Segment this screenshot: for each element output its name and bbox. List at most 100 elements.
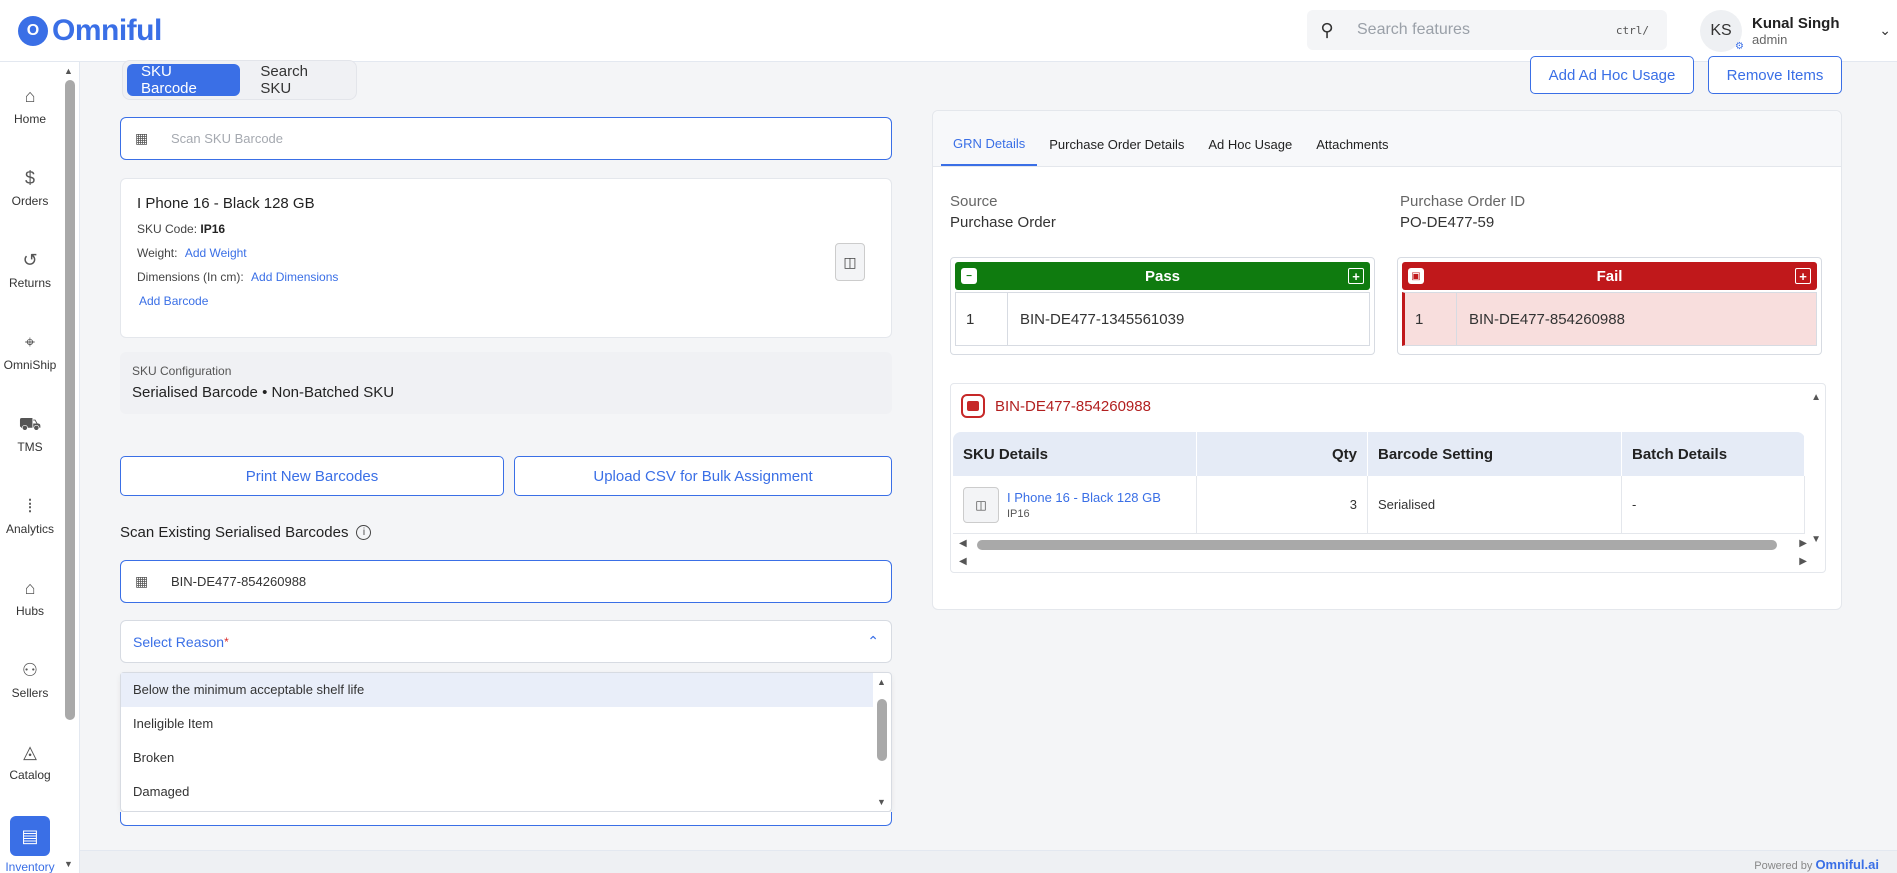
scroll-down-icon[interactable]: ▼ [877,797,886,807]
sidebar-item-home[interactable]: ⌂ Home [0,86,60,126]
sidebar-item-returns[interactable]: ↺ Returns [0,250,60,290]
sidebar-item-analytics[interactable]: ⦙ Analytics [0,496,60,536]
sku-configuration: SKU Configuration Serialised Barcode • N… [120,352,892,414]
sidebar-item-catalog[interactable]: ◬ Catalog [0,742,60,782]
scan-existing-barcode-input[interactable]: ▦ BIN-DE477-854260988 [120,560,892,603]
add-dimensions-link[interactable]: Add Dimensions [251,270,338,284]
scroll-up-icon[interactable]: ▲ [64,66,73,76]
col-sku-details: SKU Details [953,432,1197,476]
scrollbar-thumb[interactable] [65,80,75,720]
scroll-left-icon[interactable]: ◀ [959,538,967,549]
table-horizontal-scrollbar[interactable]: ◀ ▶ [959,538,1807,552]
chevron-up-icon[interactable]: ⌃ [867,633,879,650]
scroll-right-icon[interactable]: ▶ [1799,556,1807,567]
add-ad-hoc-usage-button[interactable]: Add Ad Hoc Usage [1530,56,1694,94]
sidebar-item-sellers[interactable]: ⚇ Sellers [0,660,60,700]
sidebar-item-omniship[interactable]: ⌖ OmniShip [0,332,60,372]
cell-barcode-setting: Serialised [1368,476,1622,533]
tab-grn-details[interactable]: GRN Details [941,132,1038,166]
panel-horizontal-scrollbar[interactable]: ◀ ▶ [959,556,1807,570]
scan-mode-toggle: SKU Barcode Search SKU [122,60,357,100]
omniful-logo[interactable]: O Omniful [18,14,162,48]
user-menu[interactable]: KS ⚙ Kunal Singh admin ⌄ [1700,10,1897,52]
scrollbar-thumb[interactable] [877,699,887,761]
scroll-down-icon[interactable]: ▼ [64,859,73,869]
pass-bin-box: − Pass + 1 BIN-DE477-1345561039 [950,257,1375,355]
print-new-barcodes-button[interactable]: Print New Barcodes [120,456,504,496]
product-name-link[interactable]: I Phone 16 - Black 128 GB [1007,490,1161,505]
table-header: SKU Details Qty Barcode Setting Batch De… [953,432,1805,476]
sidebar-scrollbar[interactable]: ▲ ▼ [62,62,76,873]
powered-by: Powered by Omniful.ai [1754,857,1879,872]
bin-detail-code: BIN-DE477-854260988 [995,397,1151,415]
sidebar-item-inventory[interactable]: ▤ Inventory [0,816,60,873]
add-icon[interactable]: + [1795,268,1811,284]
weight-row: Weight: Add Weight [137,246,875,260]
add-barcode-link[interactable]: Add Barcode [139,294,208,308]
info-icon[interactable]: i [356,525,372,540]
reason-option[interactable]: Ineligible Item [121,707,873,741]
pass-bin-row: 1 BIN-DE477-1345561039 [955,292,1370,346]
sidebar-item-label: Returns [8,276,52,290]
dollar-icon: $ [24,168,35,188]
home-icon: ⌂ [24,86,36,106]
search-features[interactable]: ⚲ Search features ctrl/ [1307,10,1667,50]
col-qty: Qty [1197,432,1368,476]
hub-icon: ⌂ [24,578,36,598]
scrollbar-thumb[interactable] [977,540,1777,550]
sidebar-item-tms[interactable]: ⛟ TMS [0,414,60,454]
user-icon: ⚇ [21,660,39,680]
return-icon: ↺ [22,250,38,270]
source-value: Purchase Order [950,214,1056,231]
reason-option[interactable]: Below the minimum acceptable shelf life [121,673,873,707]
pass-bin-code: BIN-DE477-1345561039 [1020,310,1185,328]
remove-items-button[interactable]: Remove Items [1708,56,1842,94]
weight-label: Weight: [137,246,178,260]
collapse-icon[interactable]: − [961,268,977,284]
sidebar-item-label: Catalog [9,768,51,782]
footer: Powered by Omniful.ai [80,850,1897,873]
scroll-up-icon[interactable]: ▲ [877,677,886,687]
scroll-left-icon[interactable]: ◀ [959,556,967,567]
fail-bin-row[interactable]: 1 BIN-DE477-854260988 [1402,292,1817,346]
sku-barcode-tab[interactable]: SKU Barcode [127,63,241,97]
reason-option[interactable]: Damaged [121,775,873,809]
avatar[interactable]: KS ⚙ [1700,10,1744,52]
upload-csv-button[interactable]: Upload CSV for Bulk Assignment [514,456,892,496]
scroll-down-icon[interactable]: ▼ [1811,534,1821,545]
add-barcode-row: Add Barcode [137,294,875,308]
add-weight-link[interactable]: Add Weight [185,246,247,260]
scroll-up-icon[interactable]: ▲ [1811,392,1821,403]
scan-existing-value: BIN-DE477-854260988 [171,574,307,589]
logo-mark: O [18,16,48,46]
sidebar-item-orders[interactable]: $ Orders [0,168,60,208]
catalog-icon: ◬ [23,742,37,762]
tab-purchase-order-details[interactable]: Purchase Order Details [1037,132,1196,166]
chevron-down-icon[interactable]: ⌄ [1879,22,1891,39]
network-icon: ⌖ [24,332,36,352]
sku-table: SKU Details Qty Barcode Setting Batch De… [953,432,1805,534]
product-image-icon: ◫ [835,243,865,281]
select-reason-dropdown[interactable]: Select Reason * ⌃ [120,620,892,663]
logo-text: Omniful [52,14,162,47]
search-sku-tab[interactable]: Search SKU [246,63,352,97]
required-marker: * [224,634,229,649]
user-role: admin [1752,32,1788,47]
sku-code-label: SKU Code: [137,222,198,236]
sidebar-item-hubs[interactable]: ⌂ Hubs [0,578,60,618]
dropdown-scrollbar[interactable]: ▲ ▼ [875,677,889,807]
search-shortcut: ctrl/ [1615,23,1649,37]
scan-existing-text: Scan Existing Serialised Barcodes [120,524,349,541]
tab-ad-hoc-usage[interactable]: Ad Hoc Usage [1196,132,1304,166]
truck-icon: ⛟ [18,414,42,434]
reason-option[interactable]: Broken [121,741,873,775]
fail-header: ▣ Fail + [1402,262,1817,290]
search-input[interactable]: Search features [1347,21,1616,39]
scan-existing-label: Scan Existing Serialised Barcodes i [120,524,372,541]
box-icon[interactable]: ▣ [1408,268,1424,284]
add-icon[interactable]: + [1348,268,1364,284]
tab-attachments[interactable]: Attachments [1304,132,1400,166]
scroll-right-icon[interactable]: ▶ [1799,538,1807,549]
scan-sku-barcode-input[interactable]: ▦ Scan SKU Barcode [120,117,892,160]
sidebar-item-label: Home [13,112,46,126]
